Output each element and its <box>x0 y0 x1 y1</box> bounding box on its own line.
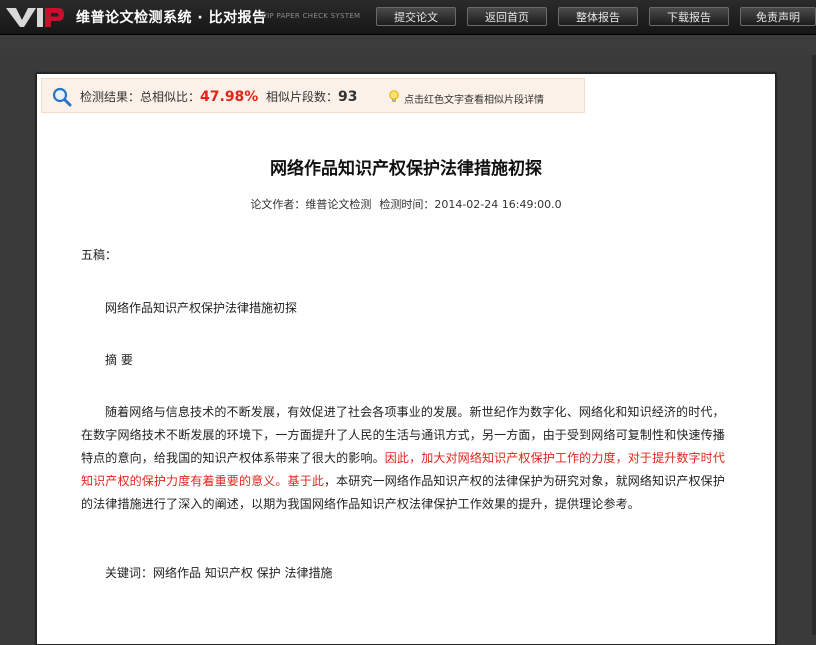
abstract-paragraph: 随着网络与信息技术的不断发展，有效促进了社会各项事业的发展。新世纪作为数字化、网… <box>81 401 729 516</box>
top-bar: 维普论文检测系统 · 比对报告 VIP PAPER CHECK SYSTEM 提… <box>0 0 816 35</box>
brand-title: 维普论文检测系统 · 比对报告 <box>76 10 267 26</box>
result-prefix: 检测结果：总相似比： <box>80 90 201 104</box>
segments-label: 相似片段数： <box>265 90 338 104</box>
hint-text: 点击红色文字查看相似片段详情 <box>404 95 544 106</box>
section-subtitle: 网络作品知识产权保护法律措施初探 <box>105 301 298 315</box>
search-icon <box>52 87 72 107</box>
keywords: 关键词：网络作品 知识产权 保护 法律措施 <box>105 566 333 580</box>
segments-count: 93 <box>337 89 358 105</box>
report-page: 检测结果：总相似比：47.98% 相似片段数：93 点击红色文字查看相似片段详情… <box>36 73 776 645</box>
author-label: 论文作者：维普论文检测 <box>250 198 372 211</box>
brand-subtitle: VIP PAPER CHECK SYSTEM <box>262 12 361 20</box>
scrollbar[interactable] <box>812 55 816 635</box>
vip-logo <box>6 8 64 27</box>
document-meta: 论文作者：维普论文检测 检测时间：2014-02-24 16:49:00.0 <box>37 196 775 212</box>
submit-paper-button[interactable]: 提交论文 <box>376 7 456 26</box>
disclaimer-button[interactable]: 免责声明 <box>740 7 816 26</box>
home-button[interactable]: 返回首页 <box>467 7 547 26</box>
full-report-button[interactable]: 整体报告 <box>558 7 638 26</box>
sub-bar <box>0 35 816 55</box>
check-time: 检测时间：2014-02-24 16:49:00.0 <box>379 198 562 211</box>
download-report-button[interactable]: 下载报告 <box>649 7 729 26</box>
lightbulb-icon <box>389 90 399 102</box>
result-summary-bar: 检测结果：总相似比：47.98% 相似片段数：93 点击红色文字查看相似片段详情 <box>41 78 585 113</box>
similarity-percent: 47.98% <box>200 89 259 105</box>
result-text: 检测结果：总相似比：47.98% 相似片段数：93 <box>80 88 357 105</box>
draft-label: 五稿： <box>81 248 118 262</box>
abstract-heading: 摘 要 <box>105 353 133 367</box>
document-title: 网络作品知识产权保护法律措施初探 <box>270 159 542 179</box>
